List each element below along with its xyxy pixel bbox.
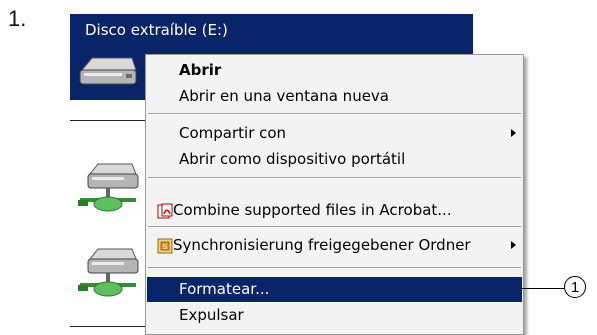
acrobat-icon bbox=[157, 203, 173, 219]
menu-item-label: Abrir como dispositivo portátil bbox=[179, 150, 406, 168]
step-number: 1. bbox=[8, 6, 27, 31]
menu-item-label: Synchronisierung freigegebener Ordner bbox=[173, 236, 471, 254]
menu-item-formatear[interactable]: Formatear... bbox=[147, 277, 522, 302]
menu-separator bbox=[148, 267, 521, 269]
menu-item-abrir-dispositivo-portatil[interactable]: Abrir como dispositivo portátil bbox=[147, 147, 522, 172]
callout-line bbox=[522, 288, 564, 289]
menu-item-label: Formatear... bbox=[179, 280, 270, 298]
menu-item-label: Abrir bbox=[179, 61, 222, 79]
divider bbox=[70, 120, 150, 121]
menu-item-combine-acrobat[interactable]: Combine supported files in Acrobat... bbox=[147, 198, 522, 223]
divider bbox=[70, 326, 150, 327]
menu-item-label: Expulsar bbox=[179, 306, 244, 324]
network-drive-icon[interactable] bbox=[76, 245, 142, 303]
menu-item-label: Compartir con bbox=[179, 124, 287, 142]
sync-icon: S bbox=[157, 238, 173, 254]
submenu-arrow-icon bbox=[511, 241, 516, 249]
menu-item-expulsar[interactable]: Expulsar bbox=[147, 303, 522, 328]
drive-name: Disco extraíble (E:) bbox=[85, 21, 228, 39]
context-menu: Abrir Abrir en una ventana nueva Compart… bbox=[145, 54, 524, 335]
removable-drive-icon bbox=[79, 57, 137, 85]
svg-text:S: S bbox=[163, 243, 168, 251]
menu-item-label: Combine supported files in Acrobat... bbox=[173, 201, 452, 219]
menu-item-abrir[interactable]: Abrir bbox=[147, 58, 522, 83]
callout-marker: 1 bbox=[564, 276, 586, 298]
menu-separator bbox=[148, 226, 521, 228]
menu-separator bbox=[148, 177, 521, 179]
menu-item-label: Abrir en una ventana nueva bbox=[179, 87, 389, 105]
menu-item-abrir-ventana-nueva[interactable]: Abrir en una ventana nueva bbox=[147, 84, 522, 109]
network-drive-icon[interactable] bbox=[76, 160, 142, 218]
submenu-arrow-icon bbox=[511, 129, 516, 137]
menu-item-compartir-con[interactable]: Compartir con bbox=[147, 121, 522, 146]
menu-item-synchronisierung[interactable]: S Synchronisierung freigegebener Ordner bbox=[147, 233, 522, 258]
menu-separator bbox=[148, 113, 521, 115]
